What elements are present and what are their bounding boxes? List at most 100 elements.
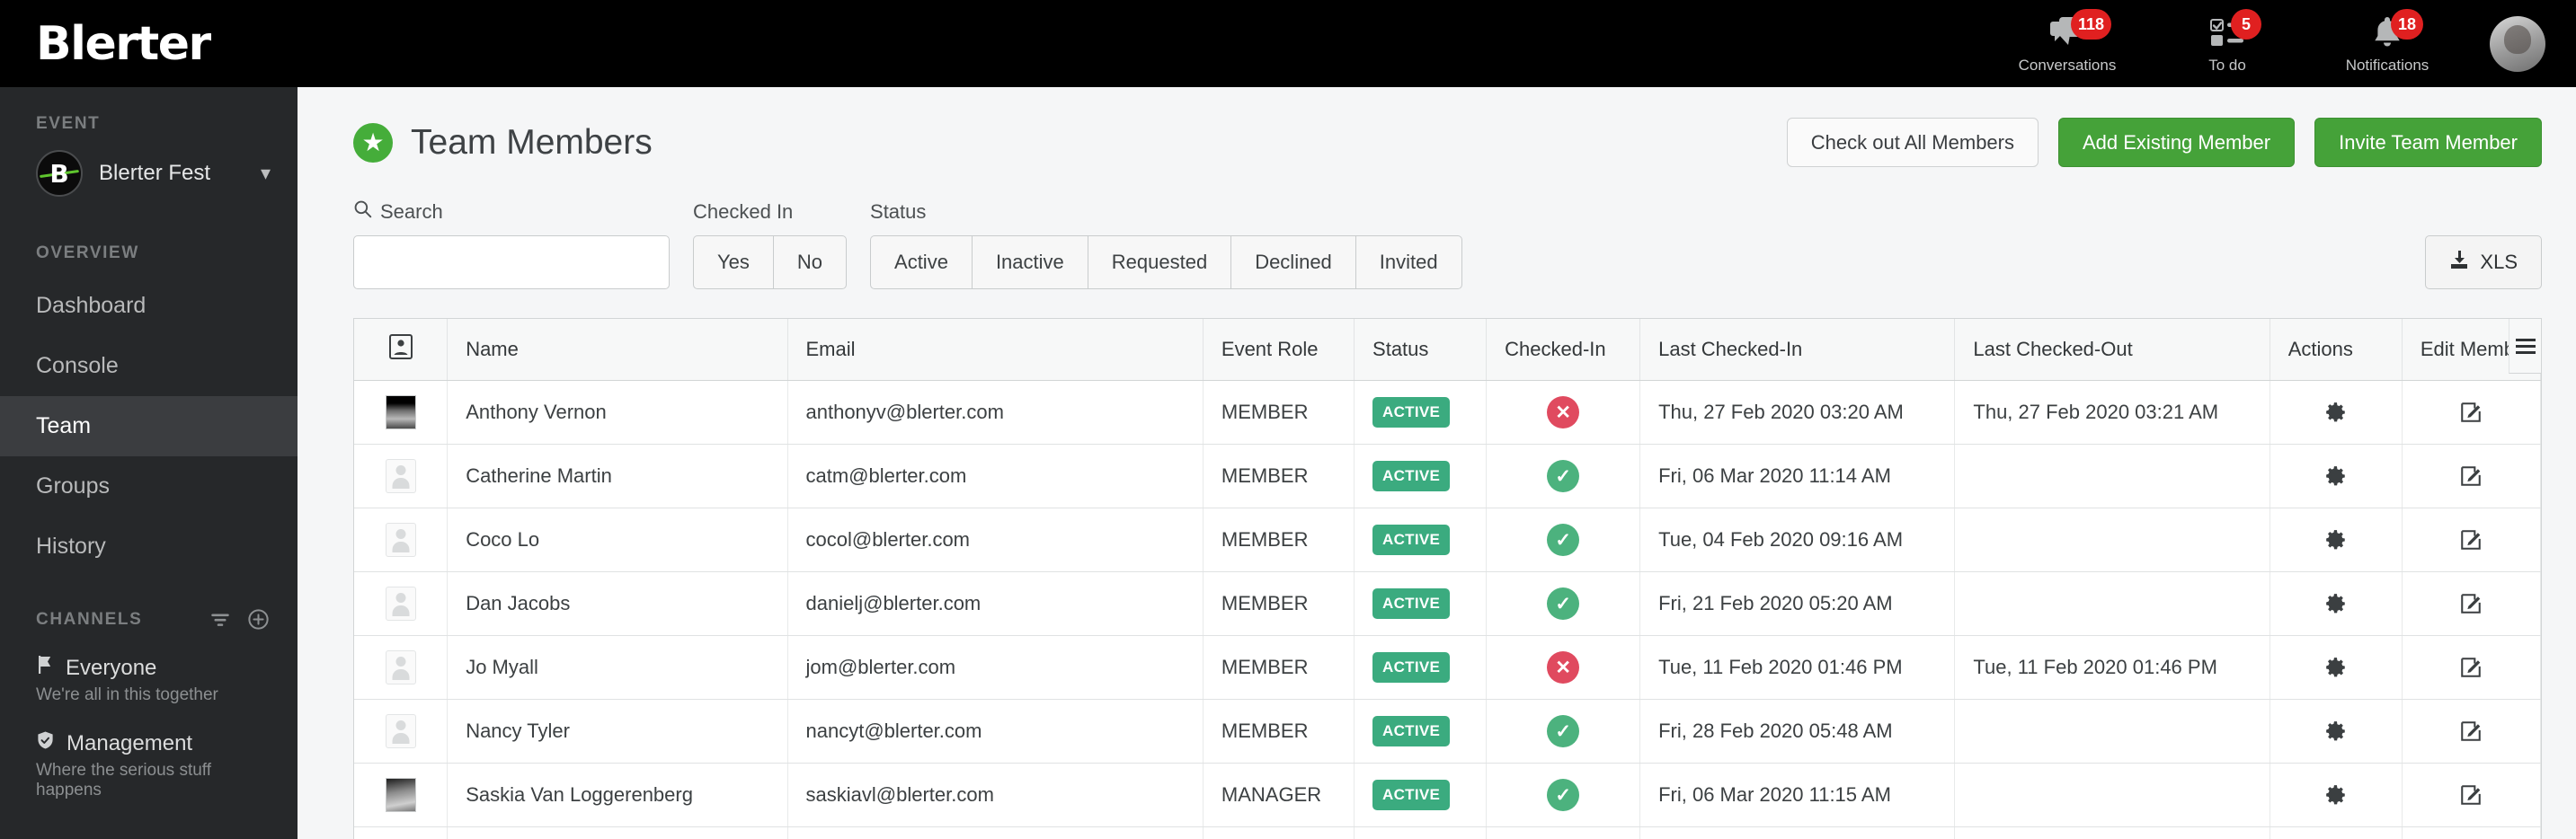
cell-actions[interactable] [2270, 380, 2403, 445]
sidebar-item-dashboard[interactable]: Dashboard [0, 276, 298, 336]
col-header-status[interactable]: Status [1354, 319, 1488, 381]
cell-last-checked-out: Thu, 27 Feb 2020 03:21 AM [1954, 380, 2270, 445]
page-actions: Check out All Members Add Existing Membe… [1786, 118, 2542, 167]
cell-actions[interactable] [2270, 444, 2403, 508]
cell-edit-member[interactable] [2402, 635, 2542, 700]
status-option-requested[interactable]: Requested [1087, 235, 1231, 289]
table-row[interactable]: Catherine Martin catm@blerter.com MEMBER AC… [354, 444, 2542, 508]
channel-management[interactable]: Management Where the serious stuff happe… [0, 718, 298, 813]
cell-actions[interactable] [2270, 571, 2403, 636]
sidebar-item-console[interactable]: Console [0, 336, 298, 396]
search-input[interactable] [353, 235, 670, 289]
user-avatar[interactable] [2490, 15, 2545, 72]
cell-last-checked-in: Fri, 06 Mar 2020 11:15 AM [1639, 763, 1956, 827]
sidebar-item-history[interactable]: History [0, 517, 298, 577]
cell-edit-member[interactable] [2402, 826, 2542, 839]
cell-email: saskiavl@blerter.com [787, 763, 1204, 827]
edit-pencil-icon[interactable] [2421, 592, 2522, 615]
hamburger-icon[interactable] [2509, 319, 2541, 374]
filter-icon[interactable] [209, 608, 232, 631]
gear-icon[interactable] [2288, 592, 2384, 615]
cell-edit-member[interactable] [2402, 380, 2542, 445]
gear-icon[interactable] [2288, 656, 2384, 679]
avatar-placeholder-icon [385, 523, 416, 557]
gear-icon[interactable] [2288, 783, 2384, 807]
cell-actions[interactable] [2270, 699, 2403, 764]
todo-badge: 5 [2231, 9, 2261, 40]
cell-avatar [354, 508, 449, 572]
channel-name: Management [67, 730, 193, 755]
cell-edit-member[interactable] [2402, 699, 2542, 764]
checked-in-no-icon: ✕ [1547, 396, 1580, 428]
cell-checked-in: ✓ [1486, 699, 1641, 764]
sidebar-section-event: EVENT [36, 114, 101, 133]
table-row[interactable]: Coco Lo cocol@blerter.com MEMBER ACTIVE ✓ Tue… [354, 508, 2542, 572]
edit-pencil-icon[interactable] [2421, 720, 2522, 743]
status-option-declined[interactable]: Declined [1230, 235, 1355, 289]
checked-in-option-yes[interactable]: Yes [693, 235, 773, 289]
gear-icon[interactable] [2288, 528, 2384, 552]
cell-event-role: MEMBER [1203, 699, 1355, 764]
channel-everyone[interactable]: Everyone We're all in this together [0, 642, 298, 718]
event-selector[interactable]: B Blerter Fest ▾ [0, 146, 298, 216]
gear-icon[interactable] [2288, 464, 2384, 488]
topbar-conversations[interactable]: 118 Conversations [2015, 9, 2119, 75]
col-header-checked-in[interactable]: Checked-In [1486, 319, 1641, 381]
cell-edit-member[interactable] [2402, 763, 2542, 827]
cell-actions[interactable] [2270, 826, 2403, 839]
col-header-name[interactable]: Name [447, 319, 788, 381]
cell-actions[interactable] [2270, 508, 2403, 572]
sidebar-item-team[interactable]: Team [0, 396, 298, 456]
cell-edit-member[interactable] [2402, 444, 2542, 508]
cell-actions[interactable] [2270, 635, 2403, 700]
status-option-active[interactable]: Active [870, 235, 972, 289]
topbar-todo[interactable]: 5 To do [2175, 9, 2279, 75]
cell-name: Coco Lo [447, 508, 788, 572]
cell-last-checked-out [1954, 699, 2270, 764]
edit-pencil-icon[interactable] [2421, 528, 2522, 552]
col-header-last-checked-out[interactable]: Last Checked-Out [1954, 319, 2270, 381]
edit-pencil-icon[interactable] [2421, 783, 2522, 807]
shield-check-icon [36, 730, 55, 756]
table-row[interactable]: Nancy Tyler nancyt@blerter.com MEMBER ACTIV… [354, 699, 2542, 764]
status-badge: ACTIVE [1372, 525, 1451, 555]
channel-subtitle: Where the serious stuff happens [36, 761, 212, 799]
edit-pencil-icon[interactable] [2421, 656, 2522, 679]
status-option-inactive[interactable]: Inactive [971, 235, 1088, 289]
edit-pencil-icon[interactable] [2421, 401, 2522, 424]
table-header-row: Name Email Event Role Status Checked-In … [354, 319, 2542, 381]
chevron-down-icon[interactable]: ▾ [261, 162, 271, 185]
status-option-invited[interactable]: Invited [1355, 235, 1462, 289]
check-out-all-members-button[interactable]: Check out All Members [1786, 118, 2039, 167]
col-header-event-role[interactable]: Event Role [1203, 319, 1355, 381]
cell-email: anthonyv@blerter.com [787, 380, 1204, 445]
table-row[interactable]: Dan Jacobs danielj@blerter.com MEMBER ACTIV… [354, 571, 2542, 636]
sidebar-item-groups[interactable]: Groups [0, 456, 298, 517]
add-channel-icon[interactable] [246, 607, 271, 631]
table-row[interactable]: Jo Myall jom@blerter.com MEMBER ACTIVE ✕ Tue,… [354, 635, 2542, 700]
export-xls-button[interactable]: XLS [2425, 235, 2542, 289]
cell-edit-member[interactable] [2402, 571, 2542, 636]
cell-event-role: MEMBER [1203, 444, 1355, 508]
cell-status: ACTIVE [1354, 444, 1488, 508]
search-label-row: Search [353, 199, 670, 224]
edit-pencil-icon[interactable] [2421, 464, 2522, 488]
status-badge: ACTIVE [1372, 652, 1451, 683]
col-header-last-checked-in[interactable]: Last Checked-In [1639, 319, 1956, 381]
table-row[interactable]: Vicky Volunteersaskiavl+vickyvolunteer@b… [354, 826, 2542, 839]
invite-team-member-button[interactable]: Invite Team Member [2314, 118, 2542, 167]
gear-icon[interactable] [2288, 720, 2384, 743]
cell-edit-member[interactable] [2402, 508, 2542, 572]
cell-checked-in: ✓ [1486, 571, 1641, 636]
topbar-notifications[interactable]: 18 Notifications [2335, 9, 2439, 75]
status-badge: ACTIVE [1372, 780, 1451, 810]
checked-in-option-no[interactable]: No [772, 235, 848, 289]
col-header-email[interactable]: Email [787, 319, 1204, 381]
add-existing-member-button[interactable]: Add Existing Member [2058, 118, 2296, 167]
table-row[interactable]: Saskia Van Loggerenberg saskiavl@blerter.… [354, 763, 2542, 827]
cell-checked-in: ✓ [1486, 763, 1641, 827]
cell-actions[interactable] [2270, 763, 2403, 827]
status-label: Status [870, 200, 927, 223]
table-row[interactable]: Anthony Vernon anthonyv@blerter.com MEMBER… [354, 380, 2542, 445]
gear-icon[interactable] [2288, 401, 2384, 424]
